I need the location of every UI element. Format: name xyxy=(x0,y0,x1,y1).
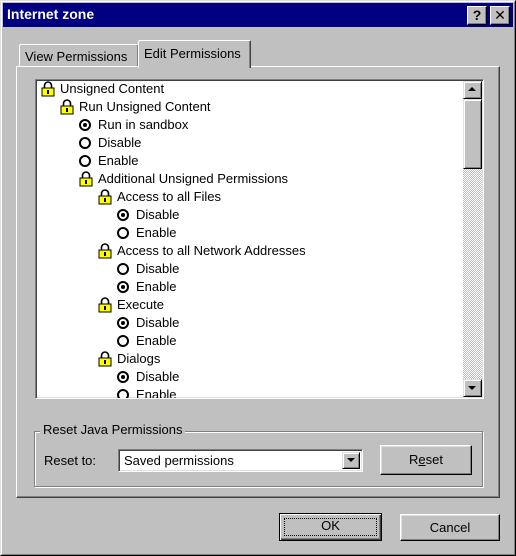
tree-item-label: Disable xyxy=(98,135,142,150)
internet-zone-dialog: Internet zone ? ✕ View Permissions Edit … xyxy=(0,0,516,556)
cancel-button[interactable]: Cancel xyxy=(400,514,500,541)
lock-icon xyxy=(98,297,112,313)
tree-item-label: Additional Unsigned Permissions xyxy=(98,171,289,186)
reset-to-label: Reset to: xyxy=(44,453,97,468)
tree-item-label: Run Unsigned Content xyxy=(79,99,211,114)
close-button[interactable]: ✕ xyxy=(490,6,510,25)
tree-item-label: Disable xyxy=(136,261,180,276)
tree-item-label: Disable xyxy=(136,315,180,330)
reset-button-mnemonic: e xyxy=(418,452,426,467)
reset-button[interactable]: Reset xyxy=(380,445,472,475)
group-legend: Reset Java Permissions xyxy=(40,422,186,437)
radio-selected-icon[interactable] xyxy=(117,371,129,383)
lock-icon xyxy=(98,243,112,259)
tab-edit-permissions[interactable]: Edit Permissions xyxy=(138,40,251,68)
arrow-down-icon xyxy=(468,386,476,390)
tree-item-label: Enable xyxy=(136,333,177,348)
ok-button[interactable]: OK xyxy=(279,513,382,541)
tree-item-label: Enable xyxy=(136,279,177,294)
reset-button-rest: set xyxy=(425,452,443,467)
tree-item-label: Disable xyxy=(136,207,180,222)
scroll-down-button[interactable] xyxy=(463,379,482,397)
radio-selected-icon[interactable] xyxy=(117,317,129,329)
window-title: Internet zone xyxy=(7,6,95,22)
lock-icon xyxy=(41,81,55,97)
lock-icon xyxy=(98,189,112,205)
lock-icon xyxy=(98,351,112,367)
dropdown-button[interactable] xyxy=(342,452,360,469)
tree-item-label: Disable xyxy=(136,369,180,384)
tab-view-permissions[interactable]: View Permissions xyxy=(19,44,139,66)
arrow-up-icon xyxy=(468,87,476,91)
title-bar[interactable]: Internet zone ? ✕ xyxy=(3,3,513,27)
permissions-tree[interactable]: Unsigned Content Run Unsigned Content Run … xyxy=(35,79,484,399)
radio-selected-icon[interactable] xyxy=(117,281,129,293)
chevron-down-icon xyxy=(347,458,355,462)
scroll-up-button[interactable] xyxy=(463,81,482,99)
radio-unselected-icon[interactable] xyxy=(117,335,129,347)
radio-selected-icon[interactable] xyxy=(117,209,129,221)
tree-scrollbar[interactable] xyxy=(463,81,482,397)
reset-to-value: Saved permissions xyxy=(124,453,234,468)
tree-item-label: Enable xyxy=(136,387,177,399)
scroll-thumb[interactable] xyxy=(463,99,482,169)
radio-unselected-icon[interactable] xyxy=(79,155,91,167)
tree-item-label: Run in sandbox xyxy=(98,117,189,132)
radio-unselected-icon[interactable] xyxy=(79,137,91,149)
focus-rect xyxy=(284,518,377,536)
tree-item-label: Enable xyxy=(136,225,177,240)
radio-selected-icon[interactable] xyxy=(79,119,91,131)
lock-icon xyxy=(79,171,93,187)
tree-item-label: Dialogs xyxy=(117,351,161,366)
radio-unselected-icon[interactable] xyxy=(117,389,129,398)
reset-button-first: R xyxy=(409,452,419,467)
tree-item-label: Enable xyxy=(98,153,139,168)
radio-unselected-icon[interactable] xyxy=(117,227,129,239)
lock-icon xyxy=(60,99,74,115)
reset-to-select[interactable]: Saved permissions xyxy=(118,449,363,472)
tree-item-label: Access to all Files xyxy=(117,189,222,204)
help-button[interactable]: ? xyxy=(467,6,487,25)
tree-item-label: Unsigned Content xyxy=(60,81,165,96)
tree-item-label: Execute xyxy=(117,297,164,312)
tree-item-label: Access to all Network Addresses xyxy=(117,243,306,258)
radio-unselected-icon[interactable] xyxy=(117,263,129,275)
